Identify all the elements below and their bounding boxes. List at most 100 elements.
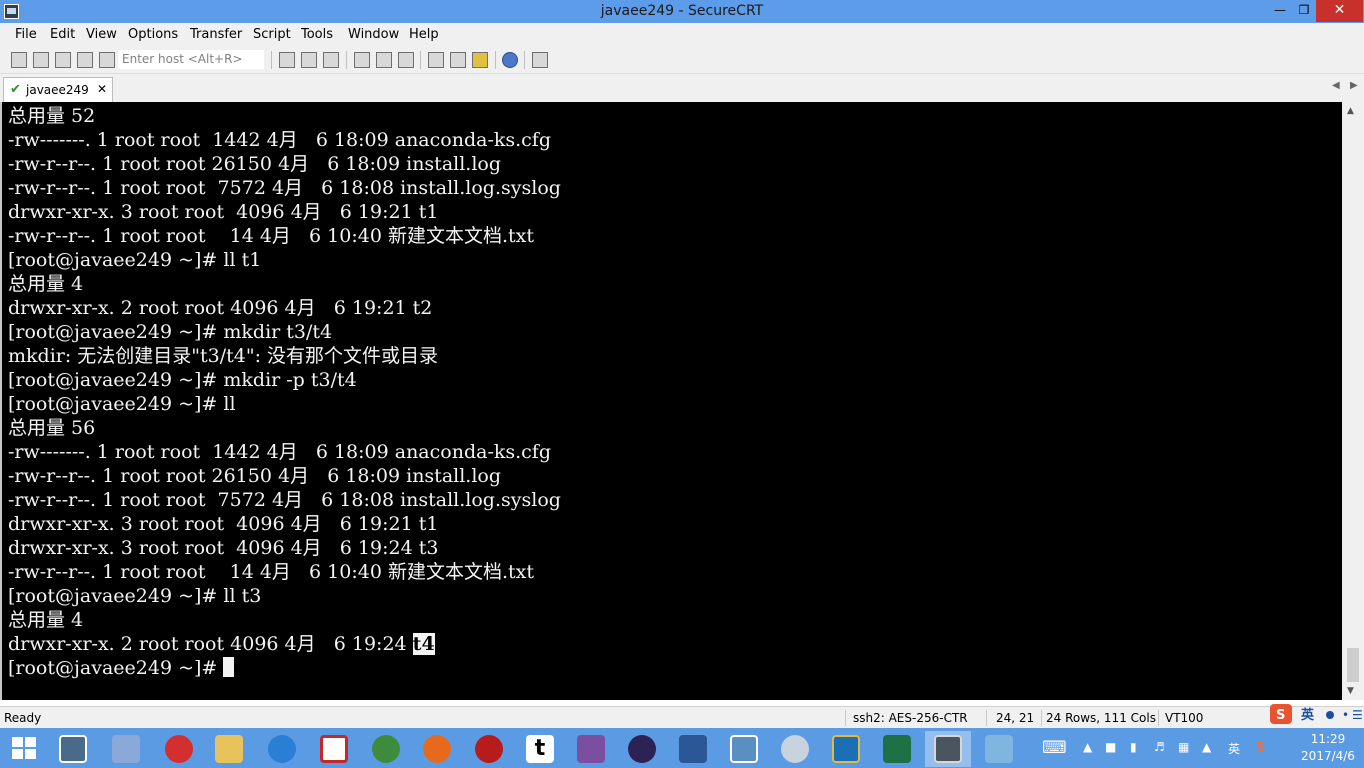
status-ready: Ready xyxy=(4,711,42,725)
menu-help[interactable]: Help xyxy=(409,27,439,42)
ime-menu-icon: ☰ xyxy=(1352,708,1363,722)
host-input[interactable]: Enter host <Alt+R> xyxy=(118,50,264,69)
menu-transfer[interactable]: Transfer xyxy=(190,27,242,42)
disconnect-icon[interactable] xyxy=(99,52,115,68)
editor-icon xyxy=(577,735,605,763)
ime-punct-icon: • xyxy=(1342,708,1349,722)
menu-tools[interactable]: Tools xyxy=(301,27,333,42)
taskbar-photos[interactable] xyxy=(721,731,767,767)
terminal-line: [root@javaee249 ~]# ll xyxy=(8,393,236,415)
title-bar: javaee249 - SecureCRT — ❐ ✕ xyxy=(0,0,1364,23)
taskbar-eclipse[interactable] xyxy=(619,731,665,767)
terminal-line: -rw-r--r--. 1 root root 7572 4月 6 18:08 … xyxy=(8,489,561,511)
taskbar-editor[interactable] xyxy=(568,731,614,767)
taskbar-app-green-red[interactable] xyxy=(311,731,357,767)
menu-options[interactable]: Options xyxy=(128,27,178,42)
taskbar-excel[interactable] xyxy=(874,731,920,767)
network-app-icon[interactable]: ■ xyxy=(1105,740,1116,754)
help-icon[interactable] xyxy=(502,52,518,68)
terminal-line: drwxr-xr-x. 3 root root 4096 4月 6 19:21 … xyxy=(8,513,439,535)
selected-text[interactable]: t4 xyxy=(412,633,435,655)
terminal-line: 总用量 52 xyxy=(8,105,96,127)
taskbar-internet-explorer[interactable] xyxy=(259,731,305,767)
menu-view[interactable]: View xyxy=(86,27,117,42)
menu-window[interactable]: Window xyxy=(348,27,399,42)
clock-time: 11:29 xyxy=(1310,732,1346,746)
menu-script[interactable]: Script xyxy=(253,27,291,42)
tab-javaee249[interactable]: ✔ javaee249 ✕ xyxy=(3,77,113,102)
eclipse-icon xyxy=(628,735,656,763)
taskbar-atom-app[interactable] xyxy=(363,731,409,767)
toolbar-divider xyxy=(420,51,421,69)
taskbar-firefox[interactable] xyxy=(414,731,460,767)
terminal-scrollbar[interactable]: ▲ ▼ xyxy=(1342,102,1364,700)
global-options-icon[interactable] xyxy=(450,52,466,68)
scrollbar-thumb[interactable] xyxy=(1347,648,1359,682)
taskbar-virtualbox[interactable] xyxy=(823,731,869,767)
print-screen-icon[interactable] xyxy=(354,52,370,68)
taskbar-paint[interactable] xyxy=(772,731,818,767)
toolbar-divider xyxy=(271,51,272,69)
tab-scroll-right-icon[interactable]: ▶ xyxy=(1350,80,1358,91)
terminal-view[interactable]: 总用量 52 -rw-------. 1 root root 1442 4月 6… xyxy=(0,102,1342,700)
terminal-line: [root@javaee249 ~]# mkdir t3/t4 xyxy=(8,321,333,343)
taskbar-word[interactable] xyxy=(670,731,716,767)
terminal-line: -rw-------. 1 root root 1442 4月 6 18:09 … xyxy=(8,129,552,151)
taskbar-file-explorer[interactable] xyxy=(50,731,96,767)
update-icon[interactable]: ▲ xyxy=(1202,740,1211,754)
touch-keyboard-icon[interactable]: ⌨ xyxy=(1042,738,1067,758)
scroll-down-arrow-icon[interactable]: ▼ xyxy=(1347,686,1354,696)
securecrt-icon xyxy=(934,735,962,763)
status-divider xyxy=(986,710,987,726)
taskbar-dolphin-app[interactable] xyxy=(103,731,149,767)
scroll-up-arrow-icon[interactable]: ▲ xyxy=(1347,106,1354,116)
quick-connect-icon[interactable] xyxy=(33,52,49,68)
session-options-icon[interactable] xyxy=(428,52,444,68)
taskbar-clock[interactable]: 11:29 2017/4/6 xyxy=(1296,731,1360,765)
ime-mode-label: 英 xyxy=(1300,707,1315,723)
close-tab-icon[interactable]: ✕ xyxy=(97,82,107,96)
terminal-line: drwxr-xr-x. 3 root root 4096 4月 6 19:21 … xyxy=(8,201,439,223)
taskbar-app-last[interactable] xyxy=(976,731,1022,767)
paint-palette-icon xyxy=(781,735,809,763)
status-bar: Ready ssh2: AES-256-CTR 24, 21 24 Rows, … xyxy=(0,706,1364,728)
windows-logo-icon xyxy=(25,737,36,747)
find-icon[interactable] xyxy=(323,52,339,68)
connect-icon[interactable] xyxy=(11,52,27,68)
taskbar-securecrt[interactable] xyxy=(925,731,971,767)
terminal-line: -rw-r--r--. 1 root root 26150 4月 6 18:09… xyxy=(8,465,502,487)
tab-scroll-left-icon[interactable]: ◀ xyxy=(1332,80,1340,91)
window-title: javaee249 - SecureCRT xyxy=(600,3,764,19)
reconnect-icon[interactable] xyxy=(77,52,93,68)
print-selection-icon[interactable] xyxy=(376,52,392,68)
taskbar-app-red[interactable] xyxy=(156,731,202,767)
copy-icon[interactable] xyxy=(279,52,295,68)
language-indicator[interactable]: 英 xyxy=(1228,740,1240,757)
terminal-line: drwxr-xr-x. 3 root root 4096 4月 6 19:24 … xyxy=(8,537,439,559)
show-hidden-icons-icon[interactable]: ▲ xyxy=(1083,740,1092,754)
network-icon[interactable]: ▦ xyxy=(1178,740,1189,754)
taskbar-typora[interactable]: t xyxy=(517,731,563,767)
sftp-icon[interactable] xyxy=(532,52,548,68)
sogou-tray-icon[interactable]: S xyxy=(1256,740,1265,754)
windows-taskbar: t ⌨ ▲ ■ ▮ ♬ ▦ ▲ 英 S 11:29 2017/4/6 xyxy=(0,728,1364,768)
paste-icon[interactable] xyxy=(301,52,317,68)
connect-in-tab-icon[interactable] xyxy=(55,52,71,68)
clock-date: 2017/4/6 xyxy=(1301,749,1355,763)
restore-button[interactable]: ❐ xyxy=(1290,0,1318,22)
toolbar-divider xyxy=(495,51,496,69)
svg-text:S: S xyxy=(1276,708,1285,723)
taskbar-folder[interactable] xyxy=(206,731,252,767)
battery-icon[interactable]: ▮ xyxy=(1130,740,1137,754)
menu-file[interactable]: File xyxy=(15,27,37,42)
ime-toolbar[interactable]: S 英 • ☰ xyxy=(1268,702,1364,726)
menu-edit[interactable]: Edit xyxy=(50,27,75,42)
status-divider xyxy=(1041,710,1042,726)
close-button[interactable]: ✕ xyxy=(1316,0,1363,22)
terminal-line: drwxr-xr-x. 2 root root 4096 4月 6 19:21 … xyxy=(8,297,433,319)
start-button[interactable] xyxy=(12,737,36,759)
print-icon[interactable] xyxy=(398,52,414,68)
volume-icon[interactable]: ♬ xyxy=(1154,740,1165,754)
taskbar-app-red-circle[interactable] xyxy=(466,731,512,767)
keymap-icon[interactable] xyxy=(472,52,488,68)
